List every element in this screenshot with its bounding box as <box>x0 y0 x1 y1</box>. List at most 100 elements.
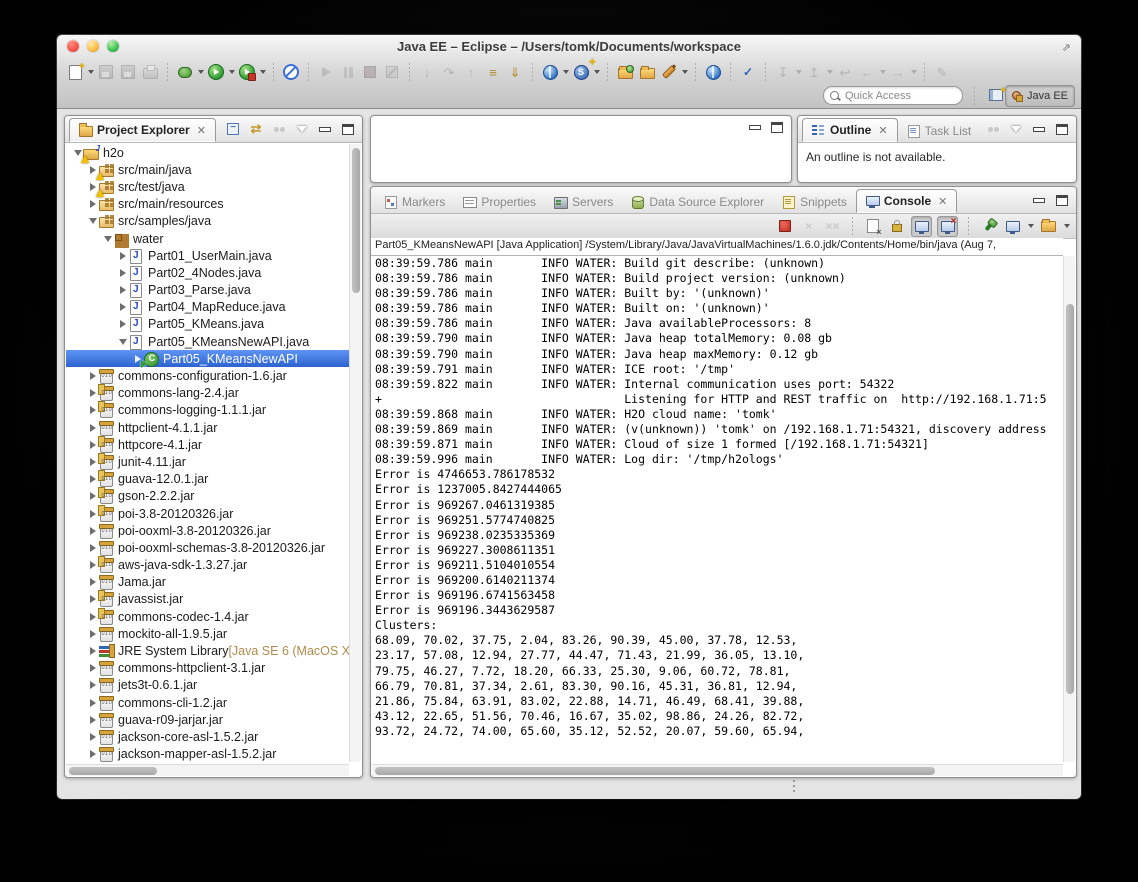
editor-area[interactable] <box>370 115 792 183</box>
maximize-view-button[interactable] <box>1054 192 1070 208</box>
collapsed-arrow-icon[interactable] <box>117 251 128 260</box>
fullscreen-icon[interactable]: ⇗ <box>1062 41 1071 54</box>
run-external-tools-dropdown-icon[interactable] <box>260 70 266 74</box>
collapsed-arrow-icon[interactable] <box>87 664 98 673</box>
collapsed-arrow-icon[interactable] <box>87 595 98 604</box>
tree-item-poi-ooxml-3-8-20120326-jar[interactable]: poi-ooxml-3.8-20120326.jar <box>66 522 349 539</box>
tree-item-part03-parse-java[interactable]: Part03_Parse.java <box>66 282 349 299</box>
tree-item-part01-usermain-java[interactable]: Part01_UserMain.java <box>66 247 349 264</box>
tree-horizontal-scrollbar[interactable] <box>66 764 349 776</box>
tree-item-poi-ooxml-schemas-3-8-20120326-jar[interactable]: poi-ooxml-schemas-3.8-20120326.jar <box>66 539 349 556</box>
show-on-stdout-button[interactable] <box>911 215 932 237</box>
view-menu-button[interactable] <box>294 121 310 137</box>
tree-item-part05-kmeansnewapi-java[interactable]: Part05_KMeansNewAPI.java <box>66 333 349 350</box>
open-console-button[interactable] <box>1039 217 1058 236</box>
new-wizard-dropdown-icon[interactable] <box>88 70 94 74</box>
tree-item-jackson-core-asl-1-5-2-jar[interactable]: jackson-core-asl-1.5.2.jar <box>66 728 349 745</box>
validate-button[interactable]: ✓ <box>738 62 758 82</box>
external-tools-brush-button[interactable] <box>659 62 679 82</box>
tree-item-httpcore-4-1-jar[interactable]: httpcore-4.1.jar <box>66 435 349 453</box>
tree-item-src-samples-java[interactable]: src/samples/java <box>66 213 349 230</box>
new-wizard-button[interactable] <box>65 61 86 82</box>
tree-item-part05-kmeansnewapi[interactable]: Part05_KMeansNewAPI <box>66 350 349 368</box>
close-tab-icon[interactable]: ✕ <box>878 124 887 137</box>
tree-item-httpclient-4-1-1-jar[interactable]: httpclient-4.1.1.jar <box>66 419 349 436</box>
tree-item-junit-4-11-jar[interactable]: junit-4.11.jar <box>66 452 349 470</box>
tab-properties[interactable]: Properties <box>454 191 545 213</box>
tree-item-commons-cli-1-2-jar[interactable]: commons-cli-1.2.jar <box>66 694 349 711</box>
expanded-arrow-icon[interactable] <box>102 235 113 242</box>
minimize-view-button[interactable] <box>1031 192 1047 208</box>
collapsed-arrow-icon[interactable] <box>87 200 98 209</box>
collapsed-arrow-icon[interactable] <box>87 526 98 535</box>
new-web-service-dropdown-icon[interactable] <box>594 70 600 74</box>
run-external-tools-button[interactable] <box>237 62 257 82</box>
collapsed-arrow-icon[interactable] <box>87 543 98 552</box>
console-hscroll-thumb[interactable] <box>375 766 935 775</box>
new-web-browser-dropdown-icon[interactable] <box>563 70 569 74</box>
collapsed-arrow-icon[interactable] <box>87 492 98 501</box>
tree-item-guava-r09-jarjar-jar[interactable]: guava-r09-jarjar.jar <box>66 711 349 728</box>
tree-item-part04-mapreduce-java[interactable]: Part04_MapReduce.java <box>66 299 349 316</box>
minimize-view-button[interactable] <box>1031 121 1047 137</box>
skip-breakpoints-button[interactable] <box>281 62 301 82</box>
collapsed-arrow-icon[interactable] <box>87 612 98 621</box>
collapsed-arrow-icon[interactable] <box>87 475 98 484</box>
run-dropdown-icon[interactable] <box>229 70 235 74</box>
maximize-view-button[interactable] <box>340 121 356 137</box>
collapsed-arrow-icon[interactable] <box>87 389 98 398</box>
collapsed-arrow-icon[interactable] <box>87 681 98 690</box>
open-web-browser-button[interactable] <box>703 62 723 82</box>
link-with-editor-button[interactable]: ⇄ <box>248 121 264 137</box>
collapsed-arrow-icon[interactable] <box>87 629 98 638</box>
tree-hscroll-thumb[interactable] <box>69 766 157 775</box>
collapsed-arrow-icon[interactable] <box>117 320 128 329</box>
console-output[interactable]: 08:39:59.786 main INFO WATER: Build git … <box>375 256 1062 763</box>
tree-item-jama-jar[interactable]: Jama.jar <box>66 574 349 591</box>
tab-servers[interactable]: Servers <box>545 191 622 213</box>
collapsed-arrow-icon[interactable] <box>87 440 98 449</box>
title-bar[interactable]: Java EE – Eclipse – /Users/tomk/Document… <box>57 35 1081 58</box>
open-console-dropdown-icon[interactable] <box>1064 224 1070 228</box>
drop-to-frame-button[interactable]: ⇓ <box>505 62 525 82</box>
pin-console-button[interactable] <box>979 217 998 236</box>
open-type-button[interactable] <box>615 62 635 82</box>
new-web-service-button[interactable]: S <box>571 62 591 82</box>
tab-console[interactable]: Console ✕ <box>855 189 958 213</box>
tree-item-commons-httpclient-3-1-jar[interactable]: commons-httpclient-3.1.jar <box>66 660 349 677</box>
collapsed-arrow-icon[interactable] <box>87 561 98 570</box>
minimize-editor-button[interactable] <box>749 125 761 130</box>
collapsed-arrow-icon[interactable] <box>87 750 98 759</box>
tree-item-commons-lang-2-4-jar[interactable]: commons-lang-2.4.jar <box>66 384 349 402</box>
collapsed-arrow-icon[interactable] <box>87 423 98 432</box>
tree-item-javassist-jar[interactable]: javassist.jar <box>66 590 349 608</box>
display-selected-console-dropdown-icon[interactable] <box>1028 224 1034 228</box>
new-web-browser-button[interactable] <box>540 62 560 82</box>
tree-item-water[interactable]: water <box>66 230 349 247</box>
tree-item-commons-configuration-1-6-jar[interactable]: commons-configuration-1.6.jar <box>66 367 349 385</box>
tree-item-src-test-java[interactable]: src/test/java <box>66 178 349 197</box>
tree-item-aws-java-sdk-1-3-27-jar[interactable]: aws-java-sdk-1.3.27.jar <box>66 556 349 574</box>
tree-vertical-scrollbar[interactable] <box>349 144 361 762</box>
tree-item-jackson-mapper-asl-1-5-2-jar[interactable]: jackson-mapper-asl-1.5.2.jar <box>66 746 349 762</box>
minimize-view-button[interactable] <box>317 121 333 137</box>
collapsed-arrow-icon[interactable] <box>117 286 128 295</box>
quick-access-box[interactable] <box>823 86 963 105</box>
collapse-all-button[interactable]: − <box>225 121 241 137</box>
use-step-filters-button[interactable]: ≡ <box>483 62 503 82</box>
perspective-java-ee-button[interactable]: Java EE <box>1005 85 1075 107</box>
close-tab-icon[interactable]: ✕ <box>197 124 206 137</box>
tab-outline[interactable]: Outline ✕ <box>802 118 898 142</box>
quick-access-input[interactable] <box>843 88 956 103</box>
collapsed-arrow-icon[interactable] <box>87 578 98 587</box>
tab-snippets[interactable]: Snippets <box>773 191 856 213</box>
console-horizontal-scrollbar[interactable] <box>372 764 1063 776</box>
maximize-editor-button[interactable] <box>771 122 783 133</box>
tree-item-commons-logging-1-1-1-jar[interactable]: commons-logging-1.1.1.jar <box>66 401 349 419</box>
status-bar-grip[interactable] <box>793 780 795 794</box>
debug-button[interactable] <box>175 62 195 82</box>
terminate-button[interactable] <box>775 217 794 236</box>
maximize-view-button[interactable] <box>1054 121 1070 137</box>
display-selected-console-button[interactable] <box>1003 217 1022 236</box>
collapsed-arrow-icon[interactable] <box>87 732 98 741</box>
